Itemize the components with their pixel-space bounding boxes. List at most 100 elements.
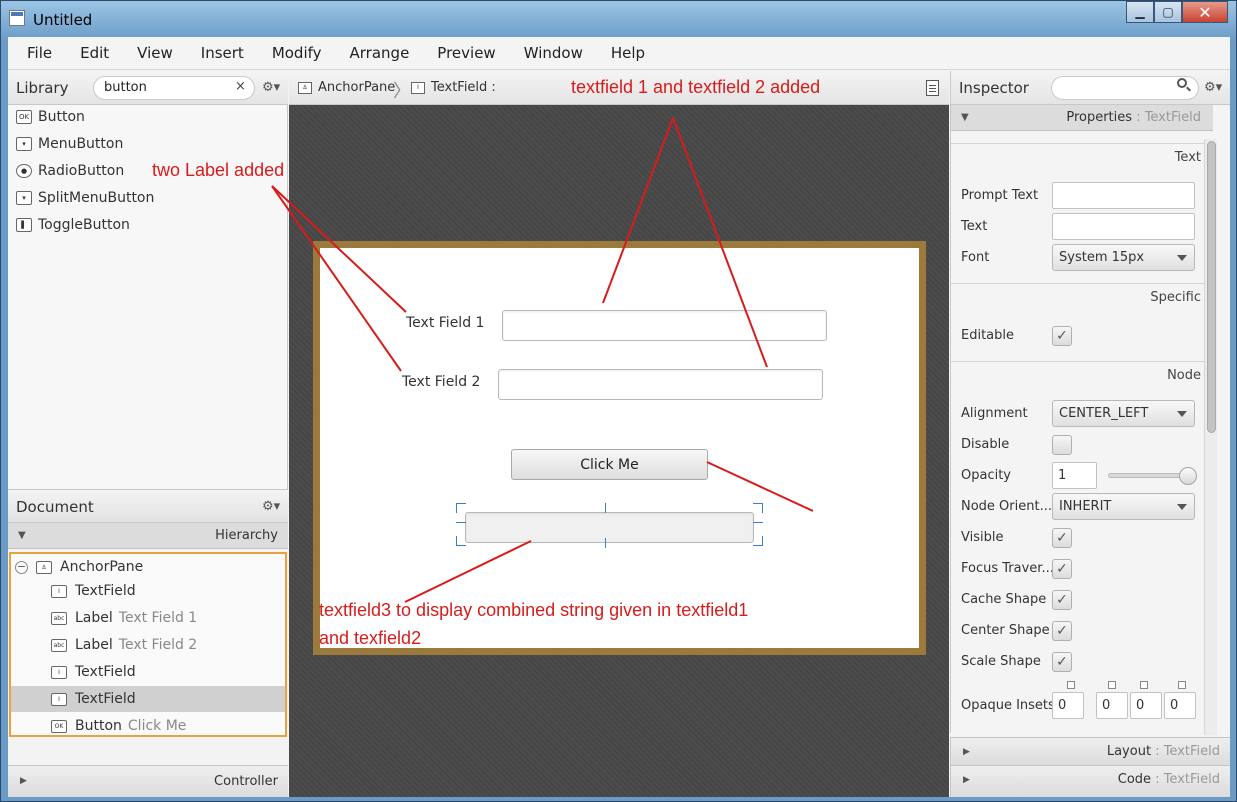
app-window: Untitled ▁ ▢ ✕ File Edit View Insert Mod… (0, 0, 1237, 802)
opacity-slider-thumb[interactable] (1179, 467, 1197, 485)
inspector-gear-icon[interactable]: ⚙▾ (1204, 80, 1222, 95)
document-header: Document ⚙▾ (8, 489, 288, 523)
chevron-down-icon (1177, 411, 1187, 417)
annotation-bottom-line1: textfield3 to display combined string gi… (319, 600, 749, 620)
text-prop-label: Text (961, 219, 988, 234)
splitmenu-icon: ▾ (16, 191, 32, 205)
selection-handle[interactable] (456, 536, 466, 546)
annotation-top: textfield 1 and textfield 2 added (571, 77, 821, 97)
selection-handle[interactable] (605, 538, 606, 548)
library-item-radiobutton[interactable]: ● RadioButton (16, 160, 124, 182)
selection-handle[interactable] (456, 503, 466, 513)
inset-link-checkbox[interactable] (1108, 681, 1116, 689)
tree-row-textfield-2[interactable]: I TextField (11, 659, 285, 685)
tree-row-label: Label (75, 637, 113, 653)
cache-shape-checkbox[interactable]: ✓ (1052, 590, 1072, 610)
anchorpane-stage[interactable]: Text Field 1 Text Field 2 Click Me (313, 241, 926, 655)
document-icon[interactable] (926, 80, 939, 96)
breadcrumb-textfield[interactable]: I TextField : (411, 80, 496, 95)
scrollbar-thumb[interactable] (1207, 141, 1216, 433)
library-item-splitmenubutton[interactable]: ▾ SplitMenuButton (16, 187, 154, 209)
properties-section-header[interactable]: ▼ Properties : TextField (951, 105, 1213, 131)
click-me-button[interactable]: Click Me (511, 449, 708, 480)
menu-window[interactable]: Window (524, 44, 583, 62)
selection-handle[interactable] (753, 536, 763, 546)
inspector-scrollbar[interactable] (1204, 139, 1217, 735)
menu-help[interactable]: Help (611, 44, 645, 62)
specific-subsection-label: Specific (1150, 290, 1201, 305)
opaque-inset-right[interactable]: 0 (1096, 692, 1128, 719)
breadcrumb-anchorpane[interactable]: ⚓ AnchorPane (298, 80, 395, 95)
menu-view[interactable]: View (137, 44, 173, 62)
textfield-3[interactable] (465, 512, 754, 543)
textfield-2[interactable] (498, 369, 823, 400)
opaque-inset-left[interactable]: 0 (1164, 692, 1196, 719)
menu-insert[interactable]: Insert (201, 44, 244, 62)
font-dropdown[interactable]: System 15px (1052, 244, 1195, 271)
focus-traversable-checkbox[interactable]: ✓ (1052, 559, 1072, 579)
close-button[interactable]: ✕ (1182, 1, 1228, 23)
code-title: Code (1117, 772, 1152, 787)
font-value: System 15px (1059, 250, 1145, 265)
hierarchy-header[interactable]: ▼ Hierarchy (8, 523, 288, 549)
font-label: Font (961, 250, 990, 265)
prompt-text-field[interactable] (1052, 182, 1195, 209)
selection-handle[interactable] (753, 503, 763, 513)
library-item-togglebutton[interactable]: ▌ ToggleButton (16, 214, 130, 236)
clear-search-icon[interactable]: × (235, 79, 246, 94)
controller-section[interactable]: ▶ Controller (8, 765, 288, 797)
library-search-input[interactable]: button (93, 76, 255, 100)
inset-link-checkbox[interactable] (1067, 681, 1075, 689)
annotation-bottom-line2: and texfield2 (319, 628, 422, 648)
center-shape-checkbox[interactable]: ✓ (1052, 621, 1072, 641)
tree-row-label: TextField (75, 664, 136, 680)
center-shape-label: Center Shape (961, 623, 1050, 638)
library-item-button[interactable]: OK Button (16, 106, 85, 128)
tree-row-anchorpane[interactable]: − ⚓ AnchorPane (11, 554, 285, 580)
alignment-dropdown[interactable]: CENTER_LEFT (1052, 400, 1195, 427)
inspector-title: Inspector (959, 79, 1029, 97)
visible-checkbox[interactable]: ✓ (1052, 528, 1072, 548)
tree-row-label-1[interactable]: abc Label Text Field 1 (11, 605, 285, 631)
label-text-field-2[interactable]: Text Field 2 (402, 374, 480, 390)
inset-link-checkbox[interactable] (1178, 681, 1186, 689)
maximize-button[interactable]: ▢ (1154, 1, 1182, 23)
opaque-inset-top[interactable]: 0 (1052, 692, 1084, 719)
disable-checkbox[interactable] (1052, 435, 1072, 455)
code-section[interactable]: ▶ Code : TextField (950, 765, 1230, 797)
selection-handle[interactable] (456, 522, 466, 523)
textfield-icon: I (51, 584, 67, 598)
tree-row-label: AnchorPane (60, 559, 144, 575)
node-orientation-dropdown[interactable]: INHERIT (1052, 493, 1195, 520)
menu-modify[interactable]: Modify (272, 44, 322, 62)
label-text-field-1[interactable]: Text Field 1 (406, 315, 484, 331)
focus-traversable-label: Focus Traver... (961, 561, 1054, 576)
tree-row-button[interactable]: OK Button Click Me (11, 713, 285, 739)
layout-section[interactable]: ▶ Layout : TextField (950, 737, 1230, 765)
collapse-icon[interactable]: − (15, 560, 28, 574)
tree-row-textfield-3-selected[interactable]: I TextField (11, 686, 285, 712)
menu-edit[interactable]: Edit (80, 44, 109, 62)
scale-shape-checkbox[interactable]: ✓ (1052, 652, 1072, 672)
editable-checkbox[interactable]: ✓ (1052, 326, 1072, 346)
expand-triangle-icon: ▶ (963, 747, 970, 757)
menu-arrange[interactable]: Arrange (350, 44, 410, 62)
menu-preview[interactable]: Preview (437, 44, 495, 62)
library-item-menubutton[interactable]: ▾ MenuButton (16, 133, 123, 155)
tree-row-textfield[interactable]: I TextField (11, 578, 285, 604)
design-canvas[interactable]: Text Field 1 Text Field 2 Click Me (289, 105, 949, 797)
document-gear-icon[interactable]: ⚙▾ (262, 499, 280, 514)
inset-link-checkbox[interactable] (1140, 681, 1148, 689)
minimize-button[interactable]: ▁ (1126, 1, 1154, 23)
library-title: Library (16, 79, 69, 97)
library-gear-icon[interactable]: ⚙▾ (262, 80, 280, 95)
tree-row-label-2[interactable]: abc Label Text Field 2 (11, 632, 285, 658)
opacity-field[interactable]: 1 (1052, 462, 1097, 489)
tree-row-sublabel: Text Field 1 (118, 610, 198, 626)
opaque-inset-bottom[interactable]: 0 (1130, 692, 1162, 719)
text-prop-field[interactable] (1052, 213, 1195, 240)
selection-handle[interactable] (753, 522, 763, 523)
textfield-1[interactable] (502, 310, 827, 341)
selection-handle[interactable] (605, 503, 606, 513)
menu-file[interactable]: File (27, 44, 52, 62)
